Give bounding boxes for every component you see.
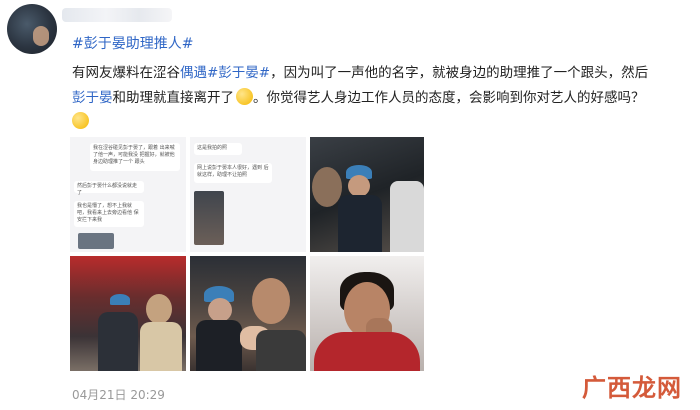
- image-thumbnail-crowd[interactable]: [310, 137, 424, 252]
- face-shape: [208, 298, 232, 322]
- chat-bubble: 网上说彭于晏本人很好，遇到 后就这样，助理不让拍照: [194, 163, 272, 183]
- site-watermark: 广西龙网: [582, 373, 682, 402]
- cap-shape: [110, 294, 130, 305]
- face-shape: [348, 175, 370, 197]
- name-link[interactable]: 彭于晏: [72, 90, 113, 106]
- username-redacted[interactable]: [62, 8, 172, 22]
- post-topic-hashtag[interactable]: #彭于晏助理推人#: [72, 33, 193, 53]
- keyword-link[interactable]: 偶遇: [180, 65, 207, 81]
- body-shape: [98, 312, 138, 371]
- body-shape: [338, 195, 382, 252]
- face-shape: [312, 167, 342, 207]
- post-timestamp: 04月21日 20:29: [72, 388, 165, 402]
- chat-photo-thumb: [78, 233, 114, 249]
- chat-bubble: 这是我拍的照: [194, 143, 242, 155]
- face-shape: [146, 294, 172, 324]
- post-text-segment: 有网友爆料在涩谷: [72, 65, 180, 81]
- body-shape: [140, 322, 182, 371]
- image-thumbnail-assistant[interactable]: [190, 256, 306, 371]
- post-text-segment: 和助理就直接离开了: [112, 90, 235, 106]
- emoji-icon: [236, 88, 253, 105]
- post-body: 有网友爆料在涩谷偶遇#彭于晏#，因为叫了一声他的名字，就被身边的助理推了一个跟头…: [72, 61, 682, 111]
- body-shape: [390, 181, 424, 252]
- chat-bubble: 我也是懵了，想不上我就 吧，我看来上去旁边看他 保安拦下来我: [74, 201, 144, 227]
- face-shape: [252, 278, 290, 324]
- emoji-icon: [72, 112, 89, 129]
- body-shape: [196, 320, 242, 371]
- chat-bubble: 我在涩谷碰见彭于晏了，跟着 出来喊了他一声，可能我没 把握好，就被他身边助理推了…: [90, 143, 180, 171]
- post-text-segment: ，因为叫了一声他的名字，就被身边的助理推了一个跟头，然后: [270, 65, 649, 81]
- chat-photo-thumb: [194, 191, 224, 245]
- user-avatar[interactable]: [7, 4, 57, 54]
- hashtag-link[interactable]: #彭于晏#: [207, 65, 270, 81]
- post-text-segment: 。你觉得艺人身边工作人员的态度，会影响到你对艺人的好感吗？: [253, 90, 645, 106]
- image-thumbnail-street[interactable]: [70, 256, 186, 371]
- red-jacket-shape: [314, 332, 420, 371]
- image-thumbnail-chat2[interactable]: 这是我拍的照 网上说彭于晏本人很好，遇到 后就这样，助理不让拍照: [190, 137, 306, 252]
- image-thumbnail-chat1[interactable]: 我在涩谷碰见彭于晏了，跟着 出来喊了他一声，可能我没 把握好，就被他身边助理推了…: [70, 137, 186, 252]
- image-thumbnail-portrait[interactable]: [310, 256, 424, 371]
- body-shape: [256, 330, 306, 371]
- chat-bubble: 然后彭于晏什么都没说就走了: [74, 181, 144, 196]
